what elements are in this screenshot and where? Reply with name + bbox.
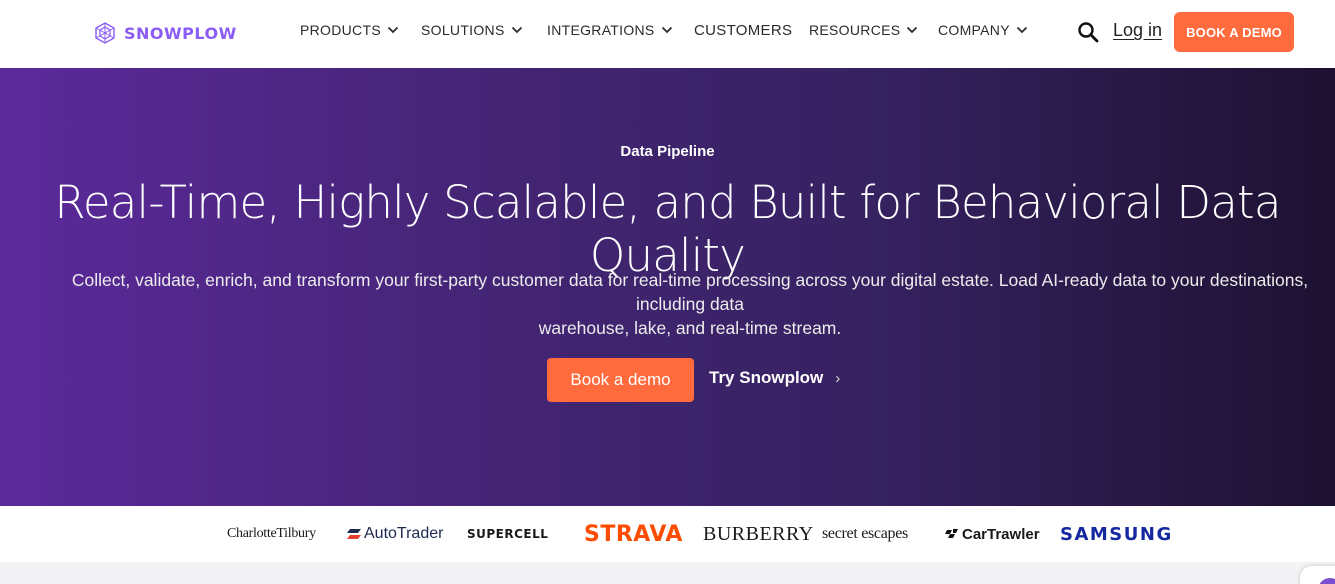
hero-subtitle-line-2: warehouse, lake, and real-time stream. (538, 318, 842, 338)
chevron-down-icon (1016, 26, 1027, 34)
strava-logo: STRAVA (584, 521, 683, 547)
nav-products[interactable]: PRODUCTS (300, 22, 399, 38)
nav-solutions[interactable]: SOLUTIONS (421, 22, 523, 38)
nav-customers-label: CUSTOMERS (694, 22, 793, 39)
supercell-logo: SUPERCELL (467, 527, 549, 541)
chevron-down-icon (511, 26, 522, 34)
samsung-logo: SAMSUNG (1060, 523, 1173, 545)
hero-section: Data Pipeline Real-Time, Highly Scalable… (0, 68, 1335, 506)
hero-title: Real-Time, Highly Scalable, and Built fo… (54, 176, 1281, 282)
nav-solutions-label: SOLUTIONS (421, 22, 505, 38)
book-demo-nav-button[interactable]: BOOK A DEMO (1174, 12, 1294, 52)
hero-eyebrow: Data Pipeline (620, 143, 715, 160)
autotrader-wordmark: AutoTrader (364, 525, 444, 542)
chevron-down-icon (907, 26, 918, 34)
chevron-right-icon: › (835, 369, 841, 387)
customer-logo-strip: CharlotteTilbury AutoTrader SUPERCELL ST… (0, 506, 1335, 562)
nav-products-label: PRODUCTS (300, 22, 381, 38)
nav-resources[interactable]: RESOURCES (809, 22, 918, 38)
logo-wordmark: SNOWPLOW (124, 23, 237, 43)
try-snowplow-link[interactable]: Try Snowplow › (709, 368, 840, 388)
nav-company-label: COMPANY (938, 22, 1010, 38)
nav-company[interactable]: COMPANY (938, 22, 1028, 38)
search-icon[interactable] (1077, 21, 1099, 43)
chevron-down-icon (387, 26, 399, 34)
hero-subtitle-line-1: Collect, validate, enrich, and transform… (71, 270, 1309, 314)
autotrader-mark-icon (347, 529, 361, 539)
book-demo-button[interactable]: Book a demo (547, 358, 694, 402)
cartrawler-mark-icon (945, 529, 958, 538)
snowplow-logo-icon (95, 22, 115, 44)
charlotte-tilbury-logo: CharlotteTilbury (227, 526, 316, 541)
snowplow-logo[interactable]: SNOWPLOW (93, 20, 237, 46)
nav-customers[interactable]: CUSTOMERS (694, 22, 792, 39)
nav-integrations[interactable]: INTEGRATIONS (547, 22, 673, 38)
nav-integrations-label: INTEGRATIONS (547, 22, 655, 38)
nav-resources-label: RESOURCES (809, 22, 901, 38)
cartrawler-wordmark: CarTrawler (962, 525, 1040, 543)
chevron-down-icon (661, 26, 672, 34)
next-section-edge (0, 562, 1335, 584)
burberry-logo: BURBERRY (703, 522, 814, 545)
login-link[interactable]: Log in (1113, 20, 1162, 41)
top-navigation: SNOWPLOW PRODUCTS SOLUTIONS INTEGRATIONS… (0, 0, 1335, 68)
autotrader-logo: AutoTrader (347, 506, 443, 562)
hero-subtitle: Collect, validate, enrich, and transform… (40, 268, 1335, 340)
try-snowplow-label: Try Snowplow (709, 368, 824, 387)
secret-escapes-logo: secret escapes (822, 525, 908, 542)
cartrawler-logo: CarTrawler (945, 506, 1040, 562)
